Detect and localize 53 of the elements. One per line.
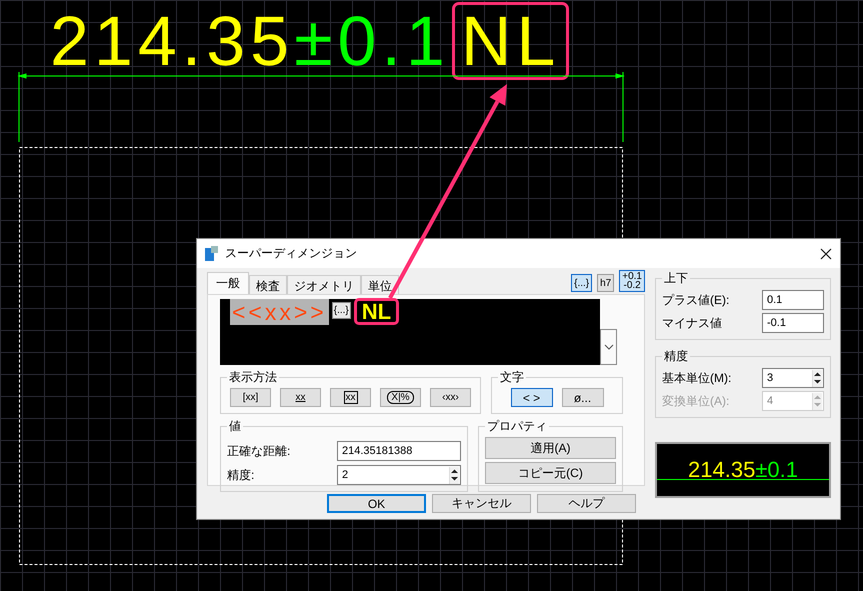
field-label: マイナス値	[662, 314, 722, 332]
tab[interactable]: 検査	[249, 275, 287, 294]
format-style-button[interactable]: xx	[330, 388, 371, 407]
spin-arrows-icon	[450, 468, 459, 482]
property-button[interactable]: 適用(A)	[485, 437, 616, 459]
spin-field[interactable]: 2	[337, 465, 461, 485]
format-style-button[interactable]: [xx]	[230, 388, 271, 407]
app-icon	[205, 246, 219, 262]
preview-tolerance: ±0.1	[755, 457, 798, 483]
preview-value: 214.35	[688, 457, 756, 483]
chevron-icon	[604, 344, 614, 350]
dialog-button[interactable]: OK	[327, 494, 426, 513]
input-field[interactable]: 214.35181388	[337, 441, 461, 461]
tab[interactable]: 一般	[207, 272, 249, 294]
spin-field[interactable]: 3	[762, 368, 824, 388]
field-label: 正確な距離:	[227, 442, 290, 460]
format-button[interactable]: {...}	[571, 274, 592, 292]
group-title: 上下	[663, 270, 689, 287]
field-label: 基本単位(M):	[662, 370, 732, 386]
dropdown-button[interactable]	[600, 329, 617, 365]
field-token: {...}	[332, 302, 351, 319]
format-style-button[interactable]: ‹xx›	[430, 388, 471, 407]
input-field[interactable]: -0.1	[762, 313, 824, 333]
group-title: プロパティ	[486, 418, 548, 435]
suffix-text: NL	[362, 299, 392, 324]
measurement-token: <<xx>>	[230, 299, 329, 325]
group-title: 文字	[499, 369, 525, 386]
group-title: 値	[228, 418, 242, 435]
spin-arrows-icon	[813, 371, 822, 385]
dimension-value: 214.35	[50, 5, 294, 77]
tab[interactable]: 単位	[361, 275, 399, 294]
field-label: プラス値(E):	[662, 292, 730, 308]
format-button[interactable]: h7	[597, 274, 614, 292]
property-button[interactable]: コピー元(C)	[485, 462, 616, 484]
tab[interactable]: ジオメトリ	[287, 275, 361, 294]
dimension-suffix: NL	[460, 2, 560, 80]
dialog-button[interactable]: ヘルプ	[537, 494, 636, 513]
text-button[interactable]: ø...	[562, 388, 604, 407]
group-title: 精度	[663, 348, 689, 365]
window-title: スーパーディメンジョン	[225, 245, 358, 262]
format-style-button[interactable]: xx	[280, 388, 321, 407]
spin-arrows-icon	[813, 394, 822, 408]
close-icon[interactable]	[820, 248, 832, 260]
text-editor[interactable]: <<xx>> {...} NL	[220, 299, 600, 365]
field-label: 変換単位(A):	[662, 392, 730, 410]
group-title: 表示方法	[228, 369, 278, 386]
format-style-button[interactable]: X|%	[380, 388, 421, 407]
format-button[interactable]: +0.1 -0.2	[619, 270, 645, 292]
dialog-button[interactable]: キャンセル	[432, 494, 531, 513]
text-button[interactable]: < >	[510, 388, 552, 407]
field-label: 精度:	[227, 466, 254, 484]
input-field[interactable]: 0.1	[762, 290, 824, 310]
dimension-tolerance: ±0.1	[294, 5, 450, 77]
